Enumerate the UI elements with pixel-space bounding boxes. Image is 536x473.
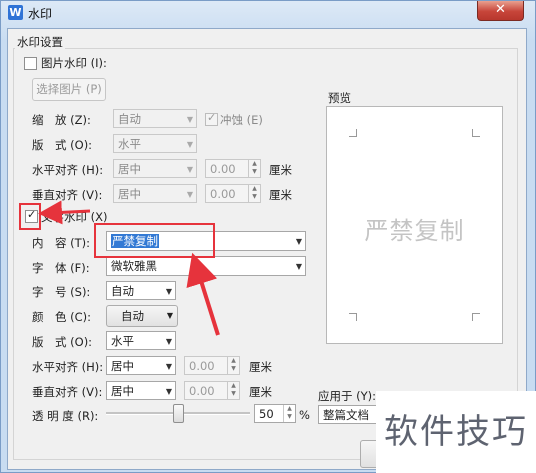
watermark-logo-text: 软件技巧: [376, 391, 536, 473]
arrow-to-content: [186, 252, 220, 336]
arrow-to-checkbox: [38, 200, 91, 225]
